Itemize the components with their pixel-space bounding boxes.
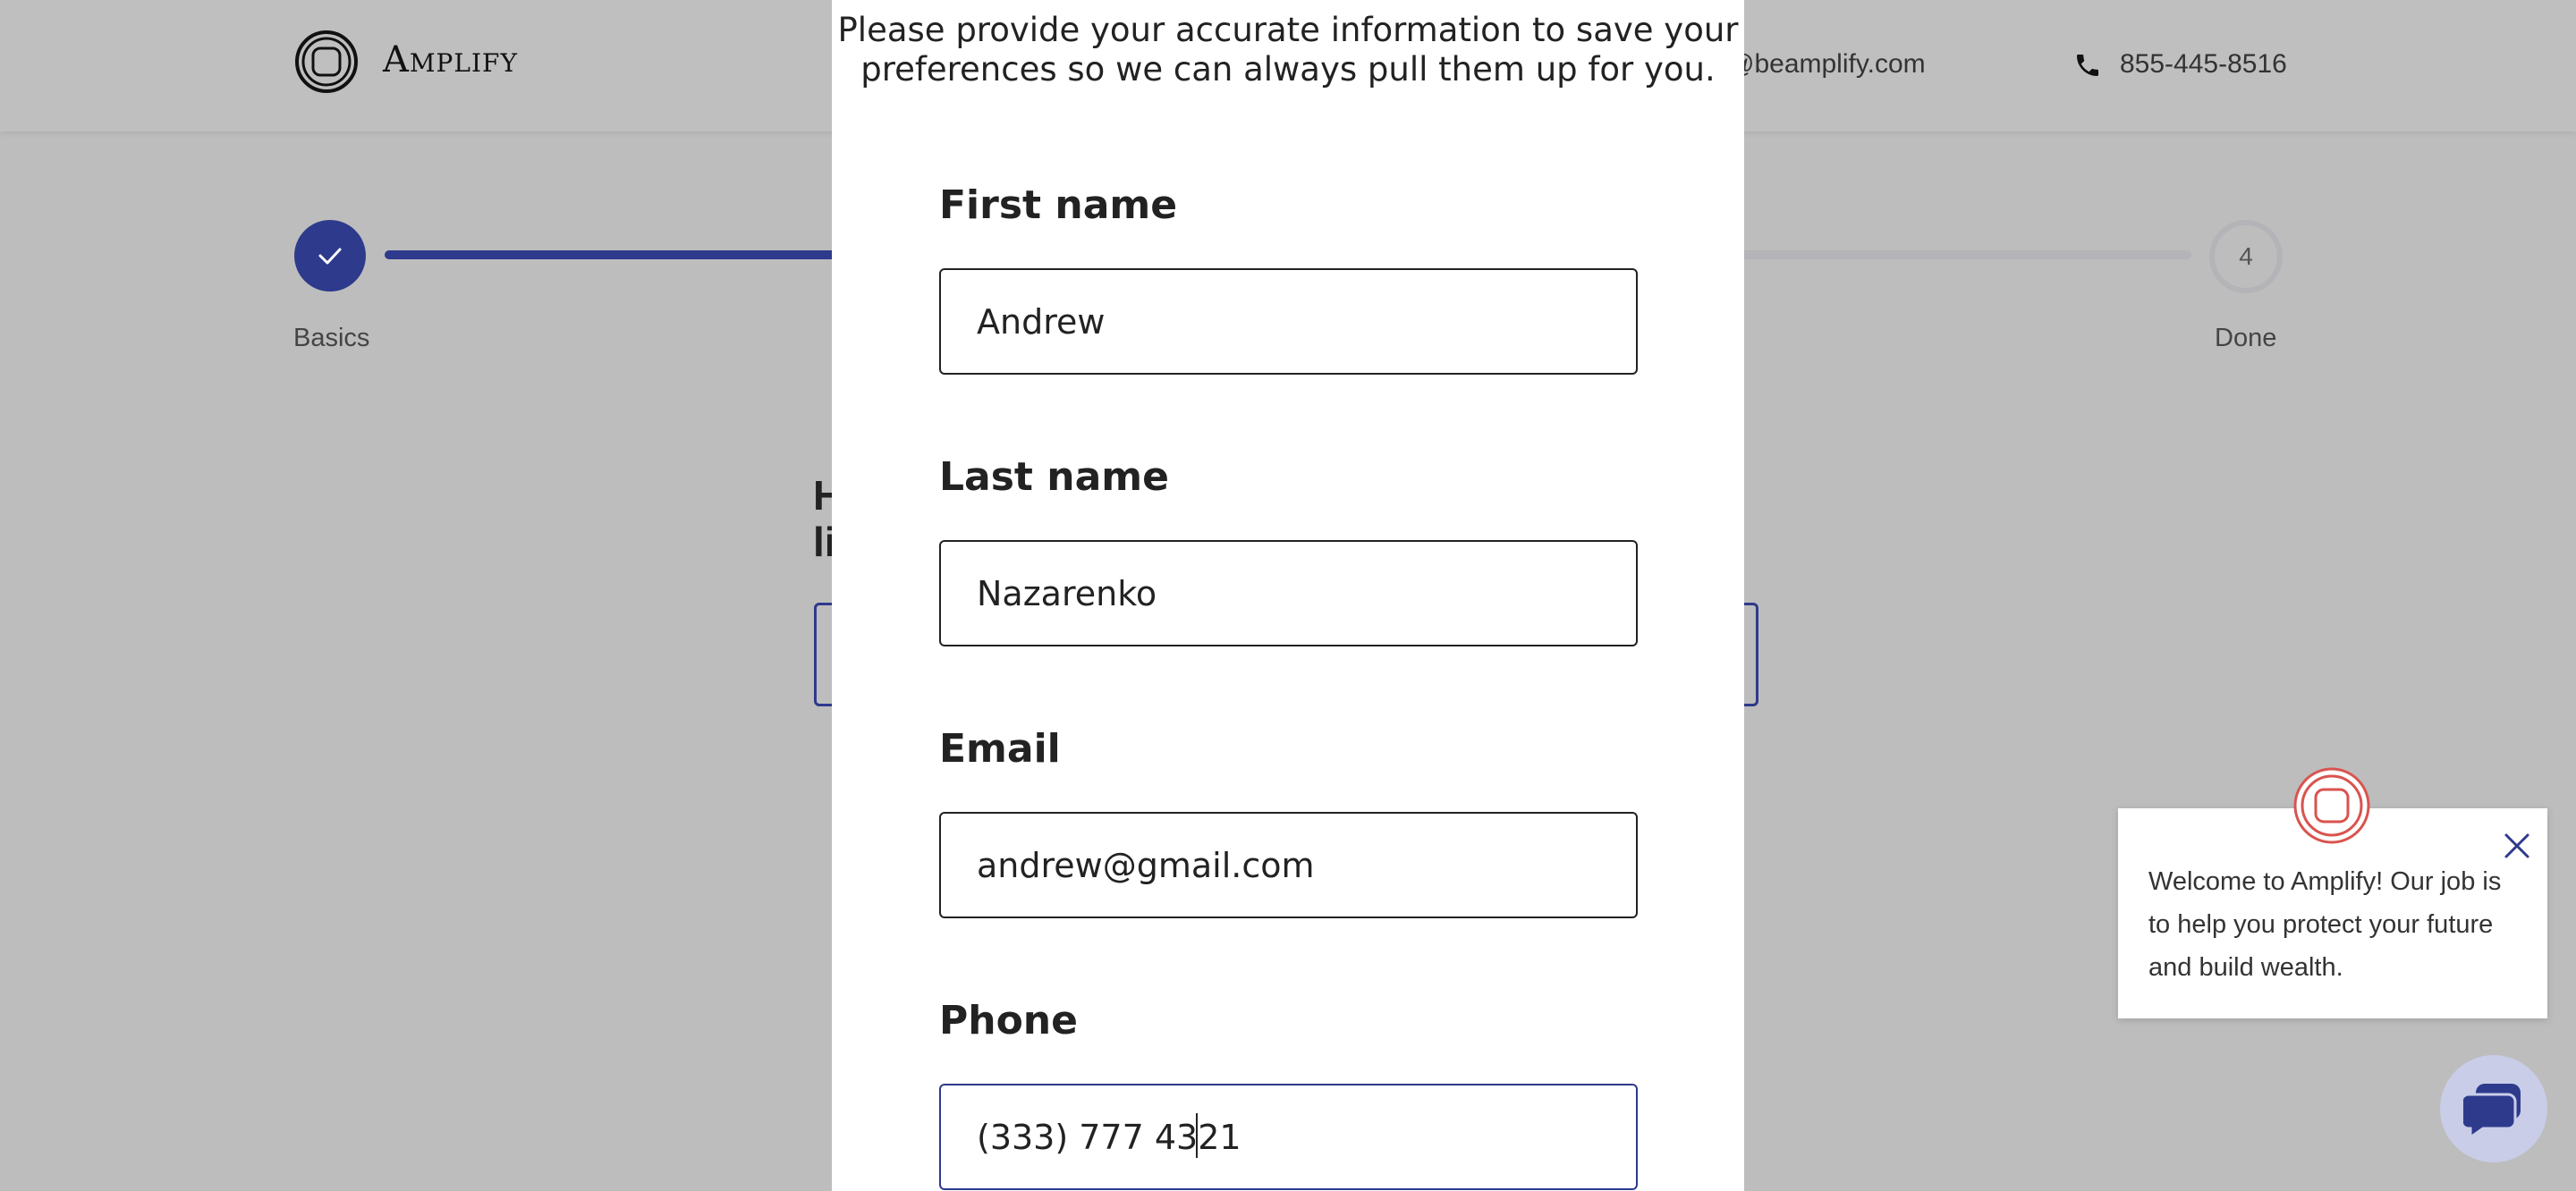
text-caret (1196, 1113, 1198, 1158)
chat-welcome-message: Welcome to Amplify! Our job is to help y… (2148, 867, 2502, 982)
amplify-logo-icon (2293, 767, 2370, 844)
phone-label: Phone (939, 998, 1078, 1043)
first-name-label: First name (939, 182, 1178, 228)
first-name-input[interactable] (939, 268, 1638, 375)
last-name-input[interactable] (939, 540, 1638, 646)
checkmark-icon (318, 248, 342, 265)
step-label-basics: Basics (293, 324, 370, 352)
header-phone-link[interactable]: 855-445-8516 (2120, 49, 2287, 80)
phone-input[interactable] (939, 1084, 1638, 1190)
contact-info-modal: Please provide your accurate information… (832, 0, 1744, 1191)
brand-name[interactable]: Amplify (383, 39, 518, 80)
step-basics-complete (294, 220, 366, 291)
modal-intro-text: Please provide your accurate information… (837, 11, 1739, 89)
email-input[interactable] (939, 812, 1638, 918)
email-label: Email (939, 726, 1061, 772)
amplify-logo-icon[interactable] (294, 30, 359, 94)
chat-bubble-icon (2463, 1084, 2521, 1139)
close-icon[interactable] (2503, 832, 2531, 860)
chat-launcher-button[interactable] (2440, 1055, 2547, 1162)
step-label-done: Done (2215, 324, 2277, 352)
phone-icon (2077, 55, 2098, 76)
step-done-number: 4 (2209, 220, 2283, 293)
last-name-label: Last name (939, 454, 1169, 500)
progress-fill (385, 250, 891, 259)
